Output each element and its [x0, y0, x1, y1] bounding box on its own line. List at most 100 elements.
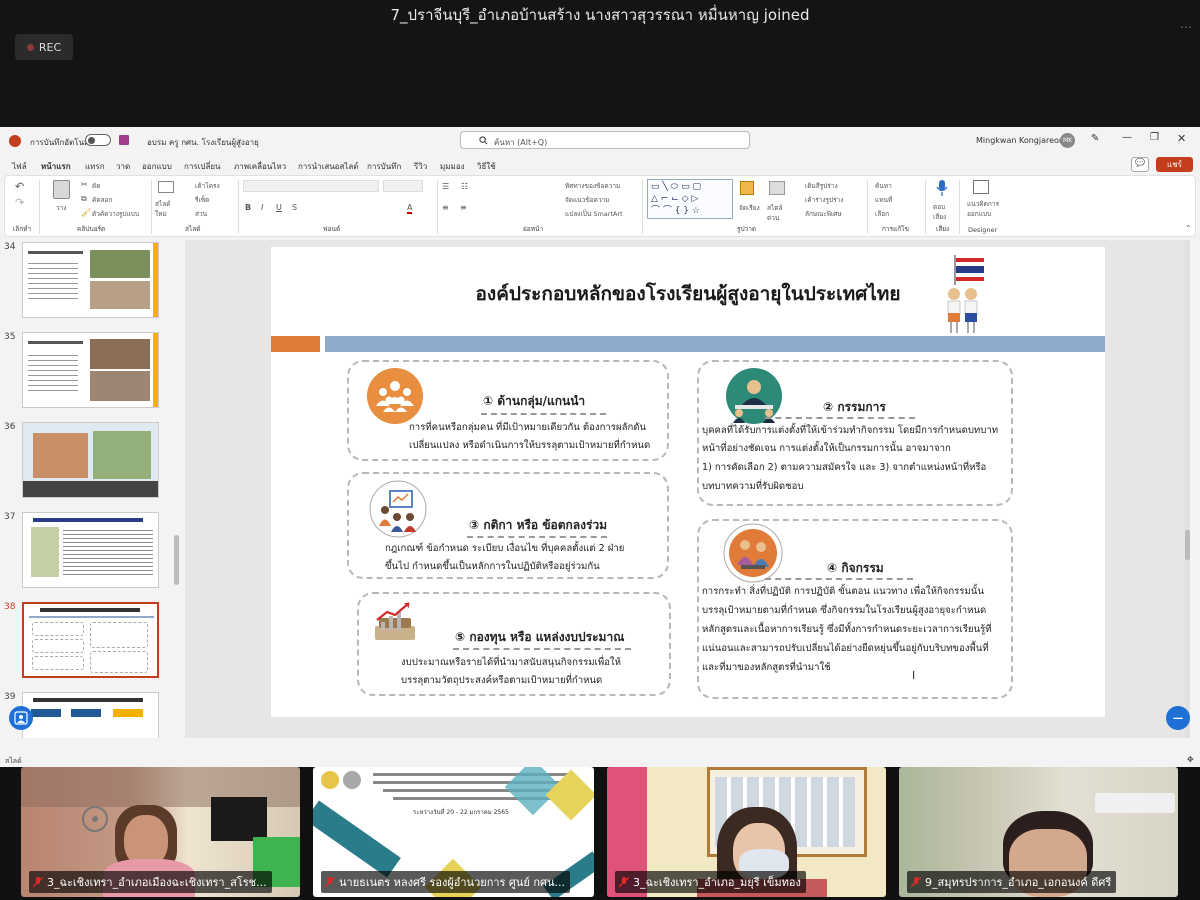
tab-view[interactable]: มุมมอง [440, 160, 465, 173]
quick-styles-label[interactable]: สไตล์ด่วน [767, 203, 791, 223]
bold-icon[interactable]: B [245, 203, 251, 212]
card-rules[interactable]: ③ กติกา หรือ ข้อตกลงร่วม กฎเกณฑ์ ข้อกำหน… [347, 472, 669, 579]
align-text-label[interactable]: จัดแนวข้อความ [565, 195, 610, 205]
dots-menu-icon[interactable]: ⋯ [1180, 20, 1192, 34]
card-text-line: แน่นอนและสามารถปรับเปลี่ยนได้อย่างยืดหยุ… [702, 643, 989, 654]
slide-thumbnail[interactable] [22, 332, 159, 408]
card-activities[interactable]: ④ กิจกรรม การกระทำ สิ่งที่ปฏิบัติ การปฏิ… [697, 519, 1013, 699]
shapes-gallery[interactable]: ▭ ╲ ⬭ ▭ ▢ △ ⌐ ⌙ ◇ ▷ ⌒ ⌒ { } ☆ [647, 179, 733, 219]
card-committee[interactable]: ② กรรมการ บุคคลที่ได้รับการแต่งตั้งที่ให… [697, 360, 1013, 506]
smartart-label[interactable]: แปลงเป็น SmartArt [565, 209, 623, 219]
strikethrough-icon[interactable]: S [292, 203, 297, 212]
align-left-icon[interactable]: ≡ [442, 203, 449, 212]
copy-label[interactable]: คัดลอก [92, 195, 112, 205]
format-painter-icon[interactable]: 🖌 [81, 208, 91, 217]
shape-effects-label[interactable]: ลักษณะพิเศษ [805, 209, 842, 219]
tab-slideshow[interactable]: การนำเสนอสไลด์ [298, 160, 359, 173]
shape-fill-label[interactable]: เติมสีรูปร่าง [805, 181, 838, 191]
section-label[interactable]: ส่วน [195, 209, 207, 219]
font-size-select[interactable] [383, 180, 423, 192]
arrange-label[interactable]: จัดเรียง [739, 203, 760, 213]
format-painter-label[interactable]: ตัวคัดวางรูปแบบ [92, 209, 139, 219]
participant-video-tile[interactable]: ระหว่างวันที่ 20 - 22 มกราคม 2565 นายธเน… [313, 767, 594, 897]
tab-animations[interactable]: ภาพเคลื่อนไหว [234, 160, 286, 173]
font-family-select[interactable] [243, 180, 379, 192]
new-slide-label[interactable]: สไลด์ใหม่ [155, 199, 179, 219]
designer-button-label[interactable]: แนวคิดการออกแบบ [967, 199, 999, 219]
slide-thumbnail[interactable] [22, 692, 159, 738]
card-funding[interactable]: ⑤ กองทุน หรือ แหล่งงบประมาณ งบประมาณหรือ… [357, 592, 671, 696]
tab-insert[interactable]: แทรก [85, 160, 105, 173]
cut-label[interactable]: ตัด [92, 181, 100, 191]
microphone-icon[interactable] [936, 179, 948, 197]
doc-title-chevron-icon[interactable]: ⌄ [237, 135, 243, 143]
collapse-gallery-button[interactable]: − [1166, 706, 1190, 730]
quick-styles-icon[interactable] [769, 181, 785, 195]
card-leadership[interactable]: ① ด้านกลุ่ม/แกนนำ การที่คนหรือกลุ่มคน ที… [347, 360, 669, 461]
arrange-icon[interactable] [740, 181, 754, 195]
autosave-toggle[interactable] [85, 134, 111, 146]
underline-icon[interactable]: U [276, 203, 282, 212]
comments-button[interactable]: 💬 [1131, 157, 1149, 172]
slide-thumbnail-selected[interactable] [22, 602, 159, 678]
new-slide-icon[interactable] [158, 181, 174, 193]
minimize-icon[interactable]: — [1122, 132, 1132, 143]
participant-video-tile[interactable]: 3_ฉะเชิงเทรา_อำเภอ_มยุรี เข็มทอง [607, 767, 886, 897]
rec-label: REC [38, 40, 62, 54]
user-name[interactable]: Mingkwan Kongjareon [976, 136, 1064, 145]
restore-icon[interactable]: ❐ [1150, 132, 1159, 143]
redo-icon[interactable]: ↷ [15, 196, 24, 209]
slide-thumbnail[interactable] [22, 422, 159, 498]
card-text-line: บรรลุเป้าหมายตามที่กำหนด ซึ่งกิจกรรมในโร… [702, 605, 987, 616]
designer-icon[interactable] [973, 180, 989, 194]
thumbnails-scrollbar[interactable] [174, 535, 179, 585]
tab-help[interactable]: วิธีใช้ [477, 160, 496, 173]
thumb-number: 36 [4, 422, 16, 432]
tab-design[interactable]: ออกแบบ [142, 160, 172, 173]
italic-icon[interactable]: I [261, 203, 263, 212]
layout-label[interactable]: เค้าโครง [195, 181, 220, 191]
avatar[interactable]: MK [1060, 133, 1075, 148]
slide-thumbnail[interactable] [22, 242, 159, 318]
slide-thumbnail[interactable] [22, 512, 159, 588]
font-color-icon[interactable]: A [407, 203, 413, 214]
slide-scroll-thumb[interactable] [1185, 530, 1190, 560]
select-label[interactable]: เลือก [875, 209, 889, 219]
tab-transitions[interactable]: การเปลี่ยน [184, 160, 221, 173]
tab-file[interactable]: ไฟล์ [12, 160, 27, 173]
save-icon[interactable] [119, 135, 129, 145]
close-icon[interactable]: ✕ [1177, 132, 1186, 145]
share-button[interactable]: แชร์ [1156, 157, 1193, 172]
emblem-logo [321, 771, 339, 789]
slide-scrollbar[interactable] [1185, 240, 1190, 738]
text-direction-label[interactable]: ทิศทางของข้อความ [565, 181, 620, 191]
reset-label[interactable]: รีเซ็ต [195, 195, 209, 205]
fit-slide-icon[interactable]: ✥ [1187, 755, 1194, 764]
bullets-icon[interactable]: ☰ [442, 182, 449, 191]
participant-video-tile[interactable]: 3_ฉะเชิงเทรา_อำเภอเมืองฉะเชิงเทรา_สโรช..… [21, 767, 300, 897]
tab-review[interactable]: รีวิว [414, 160, 427, 173]
paste-icon[interactable] [53, 180, 70, 199]
participant-video-tile[interactable]: 9_สมุทรปราการ_อำเภอ_เอกอนงค์ ดีศรี [899, 767, 1178, 897]
tab-record[interactable]: การบันทึก [367, 160, 401, 173]
replace-label[interactable]: แทนที่ [875, 195, 892, 205]
copy-icon[interactable]: ⧉ [81, 194, 87, 204]
designer-group-label: Designer [968, 226, 998, 234]
align-center-icon[interactable]: ≡ [460, 203, 467, 212]
find-label[interactable]: ค้นหา [875, 181, 892, 191]
share-screen-side-button[interactable] [9, 706, 33, 730]
cut-icon[interactable]: ✂ [81, 180, 88, 189]
paste-label[interactable]: วาง [56, 203, 66, 213]
dictate-label[interactable]: ตอบ เสียง [933, 202, 953, 222]
numbering-icon[interactable]: ☷ [461, 182, 468, 191]
slide-canvas[interactable]: องค์ประกอบหลักของโรงเรียนผู้สูงอายุในประ… [271, 247, 1105, 717]
pen-icon[interactable]: ✎ [1091, 133, 1099, 144]
recording-indicator[interactable]: REC [15, 34, 73, 60]
shape-outline-label[interactable]: เค้าร่างรูปร่าง [805, 195, 843, 205]
orange-accent-bar [271, 336, 320, 352]
tab-draw[interactable]: วาด [116, 160, 130, 173]
ribbon-collapse-icon[interactable]: ⌃ [1185, 224, 1192, 233]
thai-flag-icon [954, 255, 984, 285]
search-box[interactable]: ค้นหา (Alt+Q) [460, 131, 750, 149]
undo-icon[interactable]: ↶ [15, 180, 24, 193]
